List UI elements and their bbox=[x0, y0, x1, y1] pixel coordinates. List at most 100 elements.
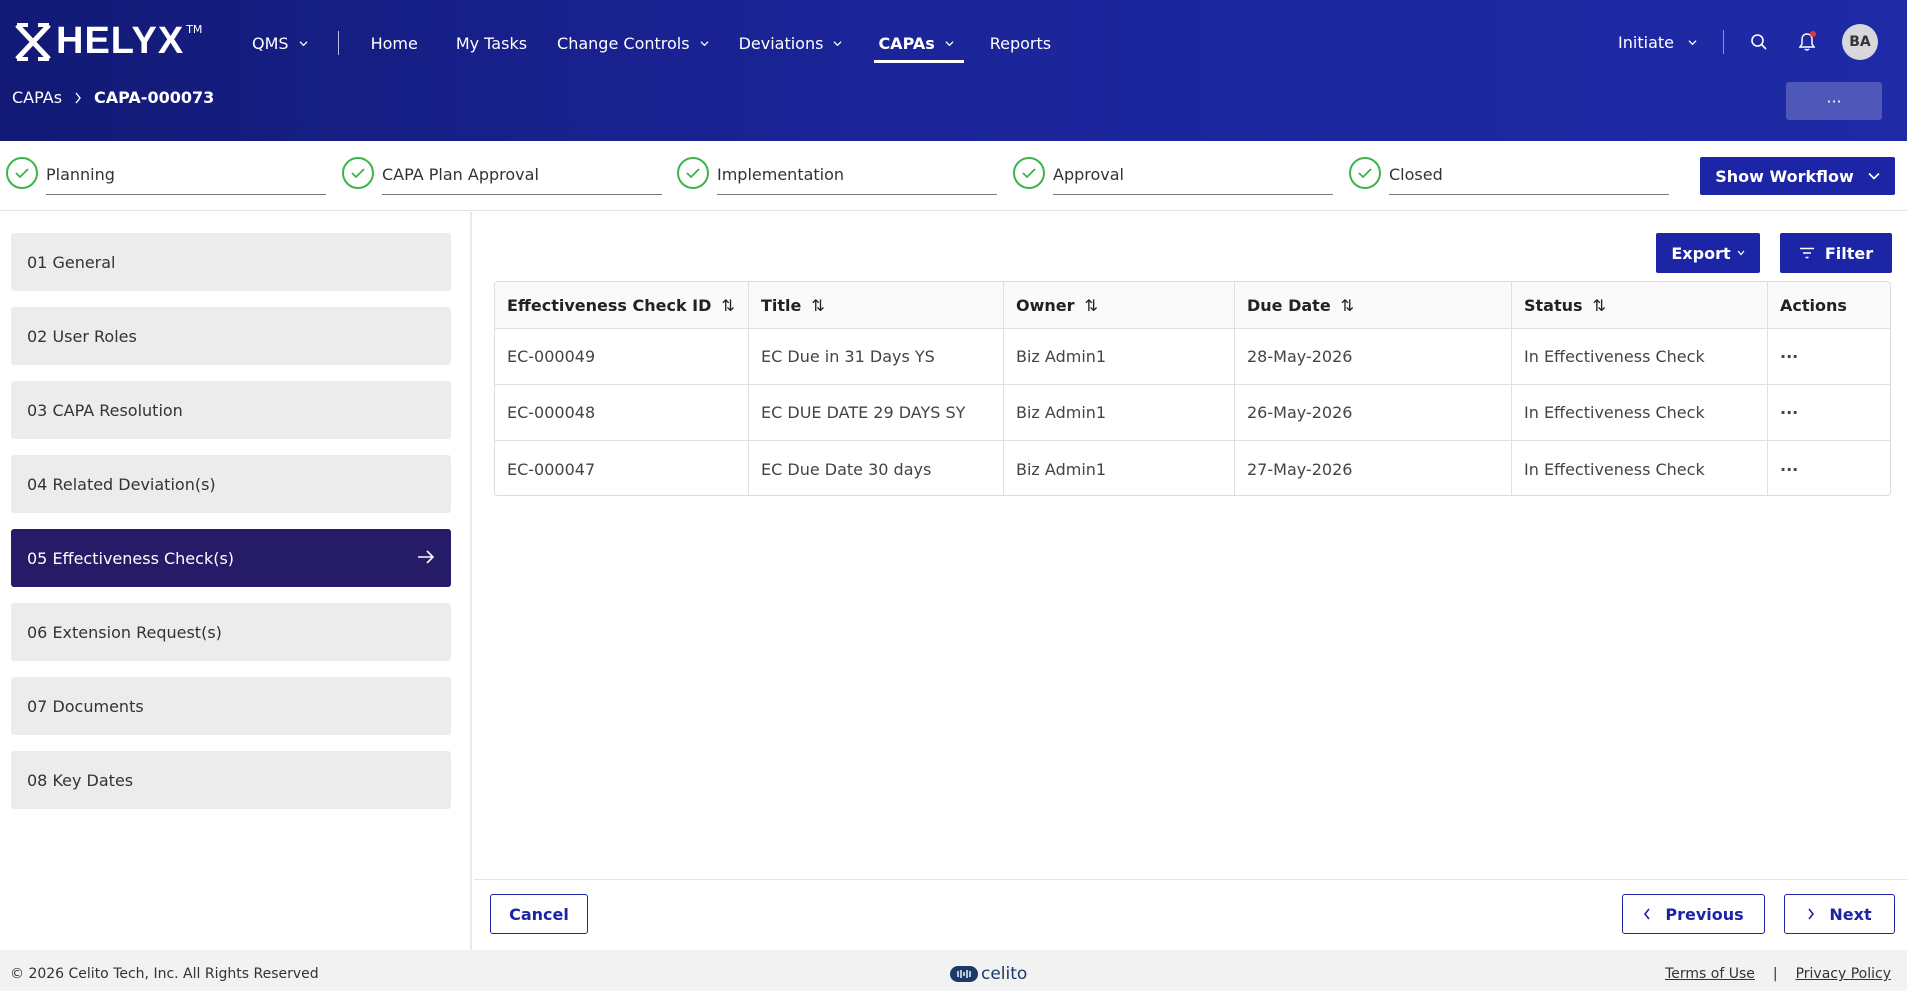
nav-change-controls[interactable]: Change Controls bbox=[545, 26, 721, 60]
initiate-dropdown[interactable]: Initiate bbox=[1608, 33, 1707, 52]
more-options-label: ··· bbox=[1826, 91, 1842, 111]
helyx-logo-mark-icon bbox=[15, 22, 51, 61]
chevron-right-icon bbox=[1808, 908, 1815, 920]
previous-label: Previous bbox=[1665, 904, 1744, 924]
column-header-actions: Actions bbox=[1768, 282, 1890, 328]
show-workflow-button[interactable]: Show Workflow bbox=[1700, 157, 1895, 195]
chevron-down-icon bbox=[1737, 250, 1745, 256]
sidebar-item-key-dates[interactable]: 08 Key Dates bbox=[11, 751, 451, 809]
helyx-logo[interactable]: HELYX TM bbox=[14, 20, 202, 63]
table-row[interactable]: EC-000048 EC DUE DATE 29 DAYS SY Biz Adm… bbox=[495, 385, 1890, 441]
privacy-policy-link[interactable]: Privacy Policy bbox=[1796, 966, 1891, 982]
row-actions-button[interactable]: ··· bbox=[1768, 329, 1890, 384]
export-button[interactable]: Export bbox=[1656, 233, 1760, 273]
main-nav: QMS Home My Tasks Change Controls Deviat… bbox=[240, 26, 1063, 63]
cell-owner: Biz Admin1 bbox=[1004, 441, 1235, 495]
cell-id[interactable]: EC-000047 bbox=[495, 441, 749, 495]
nav-qms-label: QMS bbox=[252, 33, 289, 53]
sidebar-item-general[interactable]: 01 General bbox=[11, 233, 451, 291]
cell-due-date: 27-May-2026 bbox=[1235, 441, 1512, 495]
sort-icon: ⇅ bbox=[1592, 295, 1606, 315]
legal-links: Terms of Use | Privacy Policy bbox=[1665, 966, 1891, 982]
nav-change-controls-label: Change Controls bbox=[557, 33, 690, 53]
sidebar-item-user-roles[interactable]: 02 User Roles bbox=[11, 307, 451, 365]
workflow-step-capa-plan-approval: CAPA Plan Approval bbox=[342, 155, 662, 195]
next-button[interactable]: Next bbox=[1784, 894, 1895, 934]
chevron-right-icon bbox=[75, 92, 81, 103]
workflow-step-planning: Planning bbox=[6, 155, 326, 195]
filter-button[interactable]: Filter bbox=[1780, 233, 1892, 273]
nav-reports[interactable]: Reports bbox=[978, 26, 1063, 60]
nav-my-tasks[interactable]: My Tasks bbox=[444, 26, 539, 60]
nav-reports-label: Reports bbox=[989, 33, 1052, 53]
more-options-button[interactable]: ··· bbox=[1786, 82, 1882, 120]
table-row[interactable]: EC-000047 EC Due Date 30 days Biz Admin1… bbox=[495, 441, 1890, 495]
sidebar-item-capa-resolution[interactable]: 03 CAPA Resolution bbox=[11, 381, 451, 439]
column-header-id[interactable]: Effectiveness Check ID ⇅ bbox=[495, 282, 749, 328]
cell-title: EC Due Date 30 days bbox=[749, 441, 1004, 495]
column-header-label: Actions bbox=[1780, 295, 1847, 315]
sort-icon: ⇅ bbox=[811, 295, 825, 315]
row-actions-button[interactable]: ··· bbox=[1768, 385, 1890, 440]
breadcrumb-parent-link[interactable]: CAPAs bbox=[12, 88, 62, 107]
nav-deviations[interactable]: Deviations bbox=[727, 26, 855, 60]
workflow-step-label: Approval bbox=[1053, 155, 1333, 195]
header-actions: Initiate BA bbox=[1608, 24, 1878, 60]
nav-home[interactable]: Home bbox=[359, 26, 430, 60]
sidebar-item-label: 01 General bbox=[27, 252, 116, 272]
chevron-down-icon bbox=[1868, 172, 1880, 180]
column-header-due-date[interactable]: Due Date ⇅ bbox=[1235, 282, 1512, 328]
nav-capas[interactable]: CAPAs bbox=[866, 26, 965, 63]
column-header-owner[interactable]: Owner ⇅ bbox=[1004, 282, 1235, 328]
sidebar-item-documents[interactable]: 07 Documents bbox=[11, 677, 451, 735]
filter-icon bbox=[1799, 247, 1814, 259]
cell-title: EC Due in 31 Days YS bbox=[749, 329, 1004, 384]
user-avatar[interactable]: BA bbox=[1842, 24, 1878, 60]
cell-due-date: 26-May-2026 bbox=[1235, 385, 1512, 440]
cell-title: EC DUE DATE 29 DAYS SY bbox=[749, 385, 1004, 440]
check-circle-icon bbox=[1349, 157, 1381, 189]
nav-qms[interactable]: QMS bbox=[240, 26, 320, 60]
column-header-status[interactable]: Status ⇅ bbox=[1512, 282, 1768, 328]
terms-of-use-link[interactable]: Terms of Use bbox=[1665, 966, 1755, 982]
cell-id[interactable]: EC-000048 bbox=[495, 385, 749, 440]
search-button[interactable] bbox=[1746, 29, 1772, 55]
chevron-left-icon bbox=[1644, 908, 1650, 920]
workflow-step-label: CAPA Plan Approval bbox=[382, 155, 662, 195]
arrow-right-icon bbox=[418, 550, 435, 564]
sidebar-item-extension-requests[interactable]: 06 Extension Request(s) bbox=[11, 603, 451, 661]
show-workflow-label: Show Workflow bbox=[1715, 166, 1854, 186]
cancel-label: Cancel bbox=[509, 904, 569, 924]
check-circle-icon bbox=[1013, 157, 1045, 189]
cell-id[interactable]: EC-000049 bbox=[495, 329, 749, 384]
breadcrumb: CAPAs CAPA-000073 bbox=[12, 88, 214, 107]
column-header-title[interactable]: Title ⇅ bbox=[749, 282, 1004, 328]
workflow-step-label: Implementation bbox=[717, 155, 997, 195]
header-divider bbox=[1723, 30, 1724, 54]
section-sidebar: 01 General 02 User Roles 03 CAPA Resolut… bbox=[0, 212, 472, 950]
column-header-label: Due Date bbox=[1247, 295, 1331, 315]
notifications-button[interactable] bbox=[1794, 29, 1820, 55]
table-row[interactable]: EC-000049 EC Due in 31 Days YS Biz Admin… bbox=[495, 329, 1890, 385]
sidebar-item-effectiveness-checks[interactable]: 05 Effectiveness Check(s) bbox=[11, 529, 451, 587]
workflow-step-approval: Approval bbox=[1013, 155, 1333, 195]
row-actions-button[interactable]: ··· bbox=[1768, 441, 1890, 495]
check-circle-icon bbox=[342, 157, 374, 189]
top-header: HELYX TM QMS Home My Tasks Change Contro… bbox=[0, 0, 1907, 141]
notification-dot bbox=[1810, 31, 1816, 37]
logo-text: HELYX bbox=[56, 20, 185, 62]
sidebar-item-related-deviations[interactable]: 04 Related Deviation(s) bbox=[11, 455, 451, 513]
nav-deviations-label: Deviations bbox=[738, 33, 824, 53]
workflow-step-implementation: Implementation bbox=[677, 155, 997, 195]
previous-button[interactable]: Previous bbox=[1622, 894, 1765, 934]
workflow-step-closed: Closed bbox=[1349, 155, 1669, 195]
workflow-step-label: Planning bbox=[46, 155, 326, 195]
filter-label: Filter bbox=[1824, 243, 1874, 263]
chevron-down-icon bbox=[1688, 39, 1697, 45]
search-icon bbox=[1751, 34, 1767, 50]
initiate-label: Initiate bbox=[1618, 32, 1674, 52]
check-circle-icon bbox=[6, 157, 38, 189]
cancel-button[interactable]: Cancel bbox=[490, 894, 588, 934]
sidebar-item-label: 02 User Roles bbox=[27, 326, 137, 346]
celito-brand-text: celito bbox=[981, 964, 1028, 984]
